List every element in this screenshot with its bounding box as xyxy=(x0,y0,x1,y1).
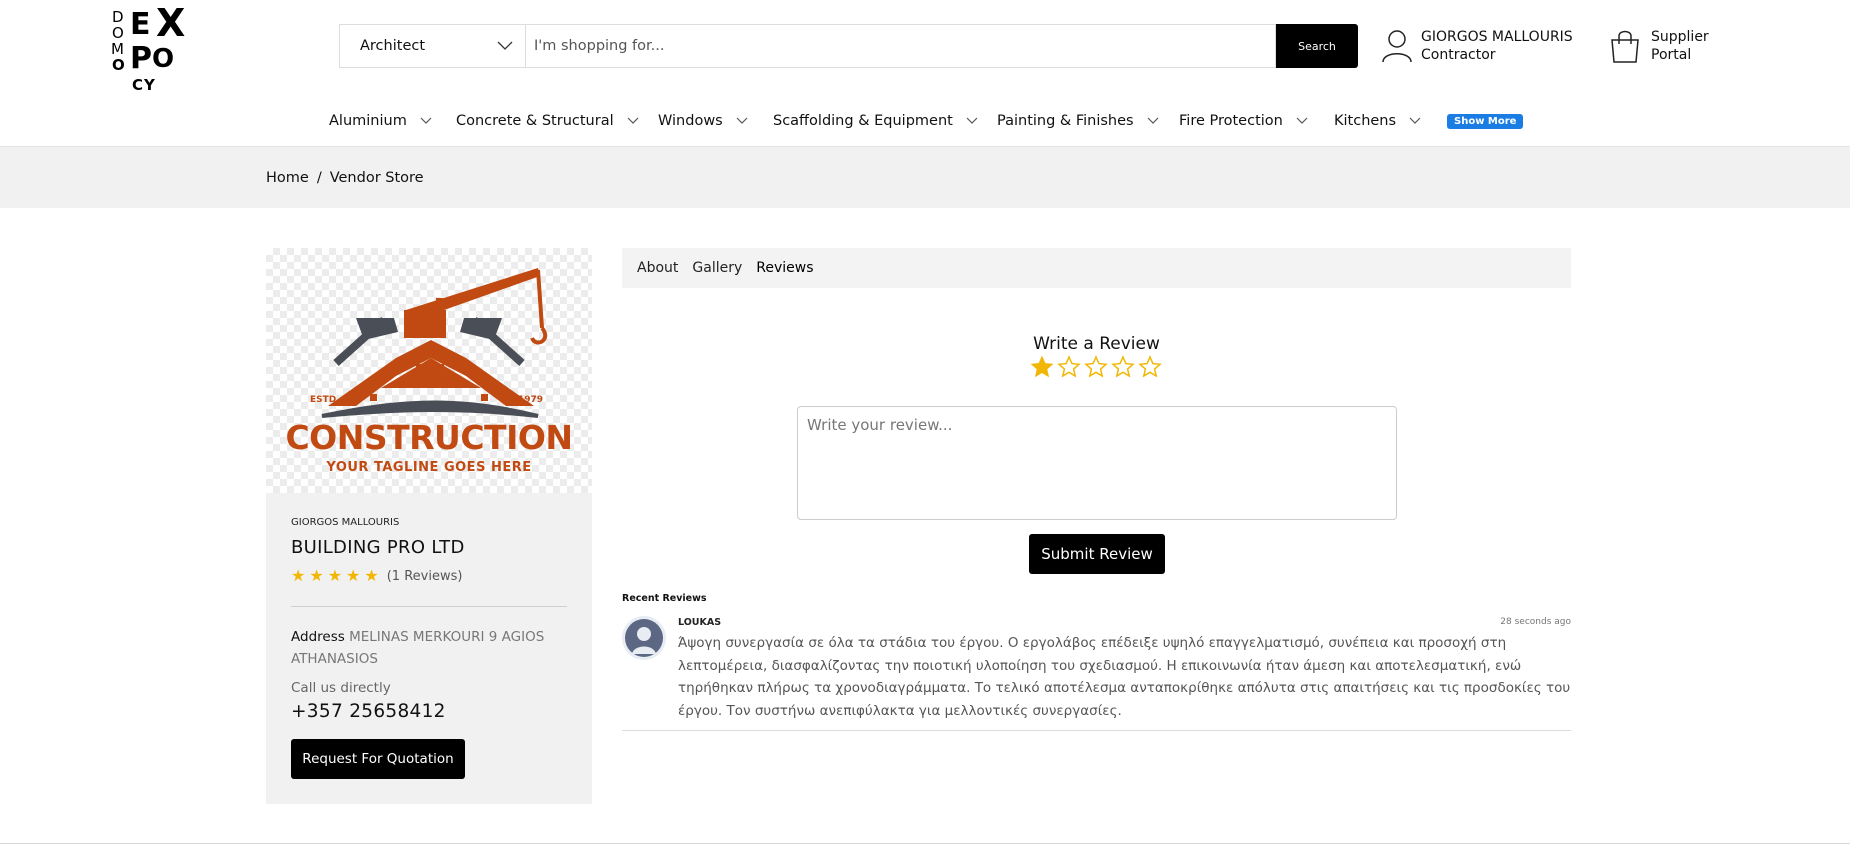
review-textarea[interactable] xyxy=(797,406,1397,520)
chevron-down-icon xyxy=(497,41,513,50)
search-button[interactable]: Search xyxy=(1276,24,1358,68)
star-outline-icon[interactable] xyxy=(1057,355,1081,379)
user-account[interactable]: GIORGOS MALLOURIS Contractor xyxy=(1381,28,1573,64)
user-info: GIORGOS MALLOURIS Contractor xyxy=(1421,28,1573,64)
tab-gallery[interactable]: Gallery xyxy=(692,260,742,276)
star-filled-icon: ★ xyxy=(309,566,324,585)
review-divider xyxy=(622,730,1571,731)
nav-item-scaffolding-equipment[interactable]: Scaffolding & Equipment xyxy=(773,113,979,129)
logo-year: 1979 xyxy=(518,395,544,405)
logo-title: CONSTRUCTION xyxy=(285,418,573,457)
breadcrumb-home-link[interactable]: Home xyxy=(266,170,309,186)
tab-about[interactable]: About xyxy=(637,260,678,276)
address-label: Address xyxy=(291,629,345,645)
card-divider xyxy=(291,606,567,607)
star-outline-icon[interactable] xyxy=(1111,355,1135,379)
avatar xyxy=(622,616,666,660)
chevron-down-icon xyxy=(1409,117,1421,124)
review-text: Άψογη συνεργασία σε όλα τα στάδια του έρ… xyxy=(678,635,1571,719)
nav-item-label: Kitchens xyxy=(1334,113,1397,129)
user-icon xyxy=(1382,30,1412,63)
shopping-bag-icon xyxy=(1611,30,1639,63)
reviews-count: (1 Reviews) xyxy=(386,568,463,584)
supplier-line2: Portal xyxy=(1651,47,1692,63)
nav-item-kitchens[interactable]: Kitchens xyxy=(1334,113,1422,129)
write-review-title: Write a Review xyxy=(1033,334,1160,354)
logo-letter: M xyxy=(111,40,124,58)
call-label: Call us directly xyxy=(291,680,391,696)
search-bar: Architect Search xyxy=(339,24,1358,68)
nav-item-label: Concrete & Structural xyxy=(456,113,614,129)
chevron-down-icon xyxy=(1296,117,1308,124)
supplier-portal-link[interactable]: Supplier Portal xyxy=(1609,28,1709,64)
user-name: GIORGOS MALLOURIS xyxy=(1421,29,1573,45)
footer-divider xyxy=(0,843,1850,844)
chevron-down-icon xyxy=(1147,117,1159,124)
star-filled-icon[interactable] xyxy=(1030,355,1054,379)
logo-letter: P xyxy=(130,41,152,76)
chevron-down-icon xyxy=(966,117,978,124)
nav-item-windows[interactable]: Windows xyxy=(658,113,749,129)
vendor-address: Address MELINAS MERKOURI 9 AGIOS ATHANAS… xyxy=(291,626,571,670)
nav-item-painting-finishes[interactable]: Painting & Finishes xyxy=(997,113,1160,129)
logo-letter: E xyxy=(130,7,151,42)
logo-letter: O xyxy=(112,24,124,42)
show-more-button[interactable]: Show More xyxy=(1447,114,1524,129)
breadcrumb: Home / Vendor Store xyxy=(266,170,424,186)
user-avatar-icon xyxy=(622,616,666,660)
chevron-down-icon xyxy=(627,117,639,124)
reviewer-name: LOUKAS xyxy=(678,617,722,628)
vendor-company-name: BUILDING PRO LTD xyxy=(291,537,465,558)
logo-letter: X xyxy=(156,1,186,45)
vendor-phone[interactable]: +357 25658412 xyxy=(291,701,446,722)
logo-letter: O xyxy=(152,44,175,74)
star-filled-icon: ★ xyxy=(327,566,343,585)
user-role: Contractor xyxy=(1421,47,1496,63)
chevron-down-icon xyxy=(420,117,432,124)
category-select-value: Architect xyxy=(360,38,426,54)
review-timestamp: 28 seconds ago xyxy=(1500,617,1571,627)
logo-letter: CY xyxy=(132,76,156,94)
tab-reviews[interactable]: Reviews xyxy=(756,260,813,276)
recent-reviews-heading: Recent Reviews xyxy=(622,593,707,604)
breadcrumb-current: Vendor Store xyxy=(329,170,424,186)
nav-item-label: Fire Protection xyxy=(1179,113,1283,129)
supplier-line1: Supplier xyxy=(1651,29,1709,45)
store-tabs: About Gallery Reviews xyxy=(622,248,1571,288)
search-input[interactable] xyxy=(525,24,1276,68)
nav-item-label: Painting & Finishes xyxy=(997,113,1134,129)
star-rating-input xyxy=(1030,355,1162,379)
submit-review-button[interactable]: Submit Review xyxy=(1029,534,1165,574)
breadcrumb-separator: / xyxy=(316,170,322,186)
logo-letter: O xyxy=(112,56,125,74)
vendor-card: ESTD 1979 CONSTRUCTION YOUR TAGLINE GOES… xyxy=(266,248,592,804)
chevron-down-icon xyxy=(736,117,748,124)
vendor-rating: ★ ★ ★ ★ ★ (1 Reviews) xyxy=(291,568,462,584)
supplier-text: Supplier Portal xyxy=(1651,28,1709,64)
star-filled-icon: ★ xyxy=(346,566,361,585)
category-select[interactable]: Architect xyxy=(339,24,525,68)
logo-letter: D xyxy=(112,8,124,26)
logo-estd: ESTD xyxy=(310,395,337,405)
vendor-logo: ESTD 1979 CONSTRUCTION YOUR TAGLINE GOES… xyxy=(266,248,592,493)
star-outline-icon[interactable] xyxy=(1138,355,1162,379)
expo-logo[interactable]: D O M O E X P O CY xyxy=(110,0,200,96)
request-quotation-button[interactable]: Request For Quotation xyxy=(291,739,465,779)
star-filled-icon: ★ xyxy=(291,566,306,585)
nav-item-concrete-structural[interactable]: Concrete & Structural xyxy=(456,113,640,129)
nav-item-fire-protection[interactable]: Fire Protection xyxy=(1179,113,1309,129)
logo-tagline: YOUR TAGLINE GOES HERE xyxy=(326,460,532,475)
nav-item-label: Aluminium xyxy=(329,113,407,129)
vendor-owner: GIORGOS MALLOURIS xyxy=(291,517,400,528)
nav-item-aluminium[interactable]: Aluminium xyxy=(329,113,433,129)
nav-item-label: Scaffolding & Equipment xyxy=(773,113,953,129)
star-filled-icon: ★ xyxy=(364,566,379,585)
nav-item-label: Windows xyxy=(658,113,723,129)
star-outline-icon[interactable] xyxy=(1084,355,1108,379)
